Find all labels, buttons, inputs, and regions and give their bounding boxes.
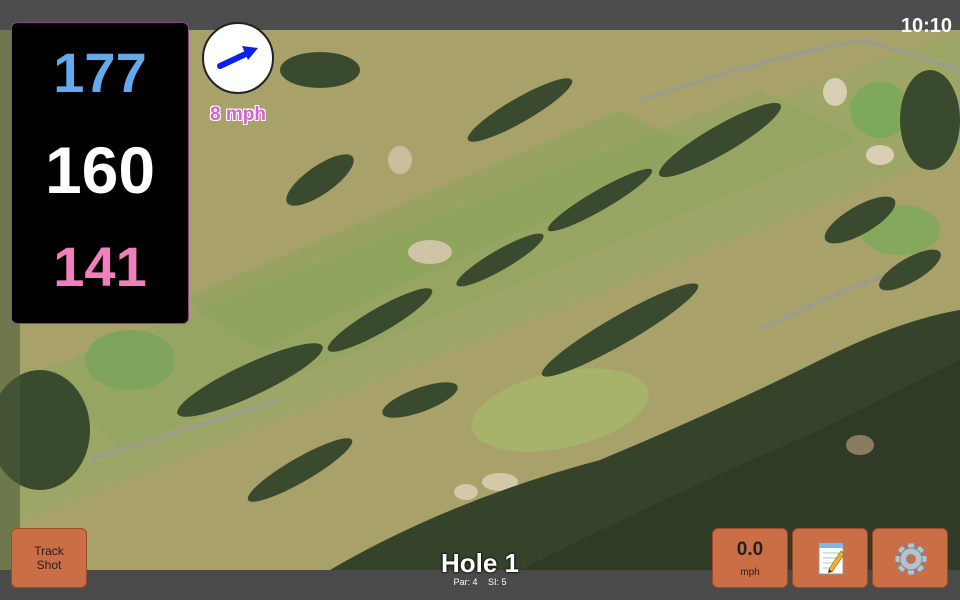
wind-indicator[interactable] xyxy=(202,22,274,94)
track-shot-label-line1: Track xyxy=(34,544,64,558)
hole-title: Hole 1 xyxy=(440,548,520,578)
notes-icon xyxy=(818,543,845,575)
speed-button[interactable]: 0.0 mph xyxy=(712,528,788,588)
track-shot-label-line2: Shot xyxy=(36,558,62,572)
track-shot-button[interactable]: Track Shot xyxy=(11,528,87,588)
gear-icon xyxy=(894,542,928,576)
hole-stroke-index: SI: 5 xyxy=(488,577,507,587)
speed-value: 0.0 xyxy=(736,539,764,560)
speed-unit: mph xyxy=(740,567,760,578)
wind-speed-label: 8 mph xyxy=(210,104,266,125)
hole-par: Par: 4 xyxy=(453,577,478,587)
center-distance: 160 xyxy=(44,133,156,207)
wind-arrow-icon xyxy=(217,46,258,69)
hole-info: Par: 4 SI: 5 xyxy=(380,577,580,587)
back-distance: 177 xyxy=(53,41,147,104)
notes-button[interactable] xyxy=(792,528,868,588)
front-distance: 141 xyxy=(53,235,147,298)
yardage-panel: 177 160 141 xyxy=(11,22,189,324)
clock: 10:10 xyxy=(900,15,952,37)
settings-button[interactable] xyxy=(872,528,948,588)
